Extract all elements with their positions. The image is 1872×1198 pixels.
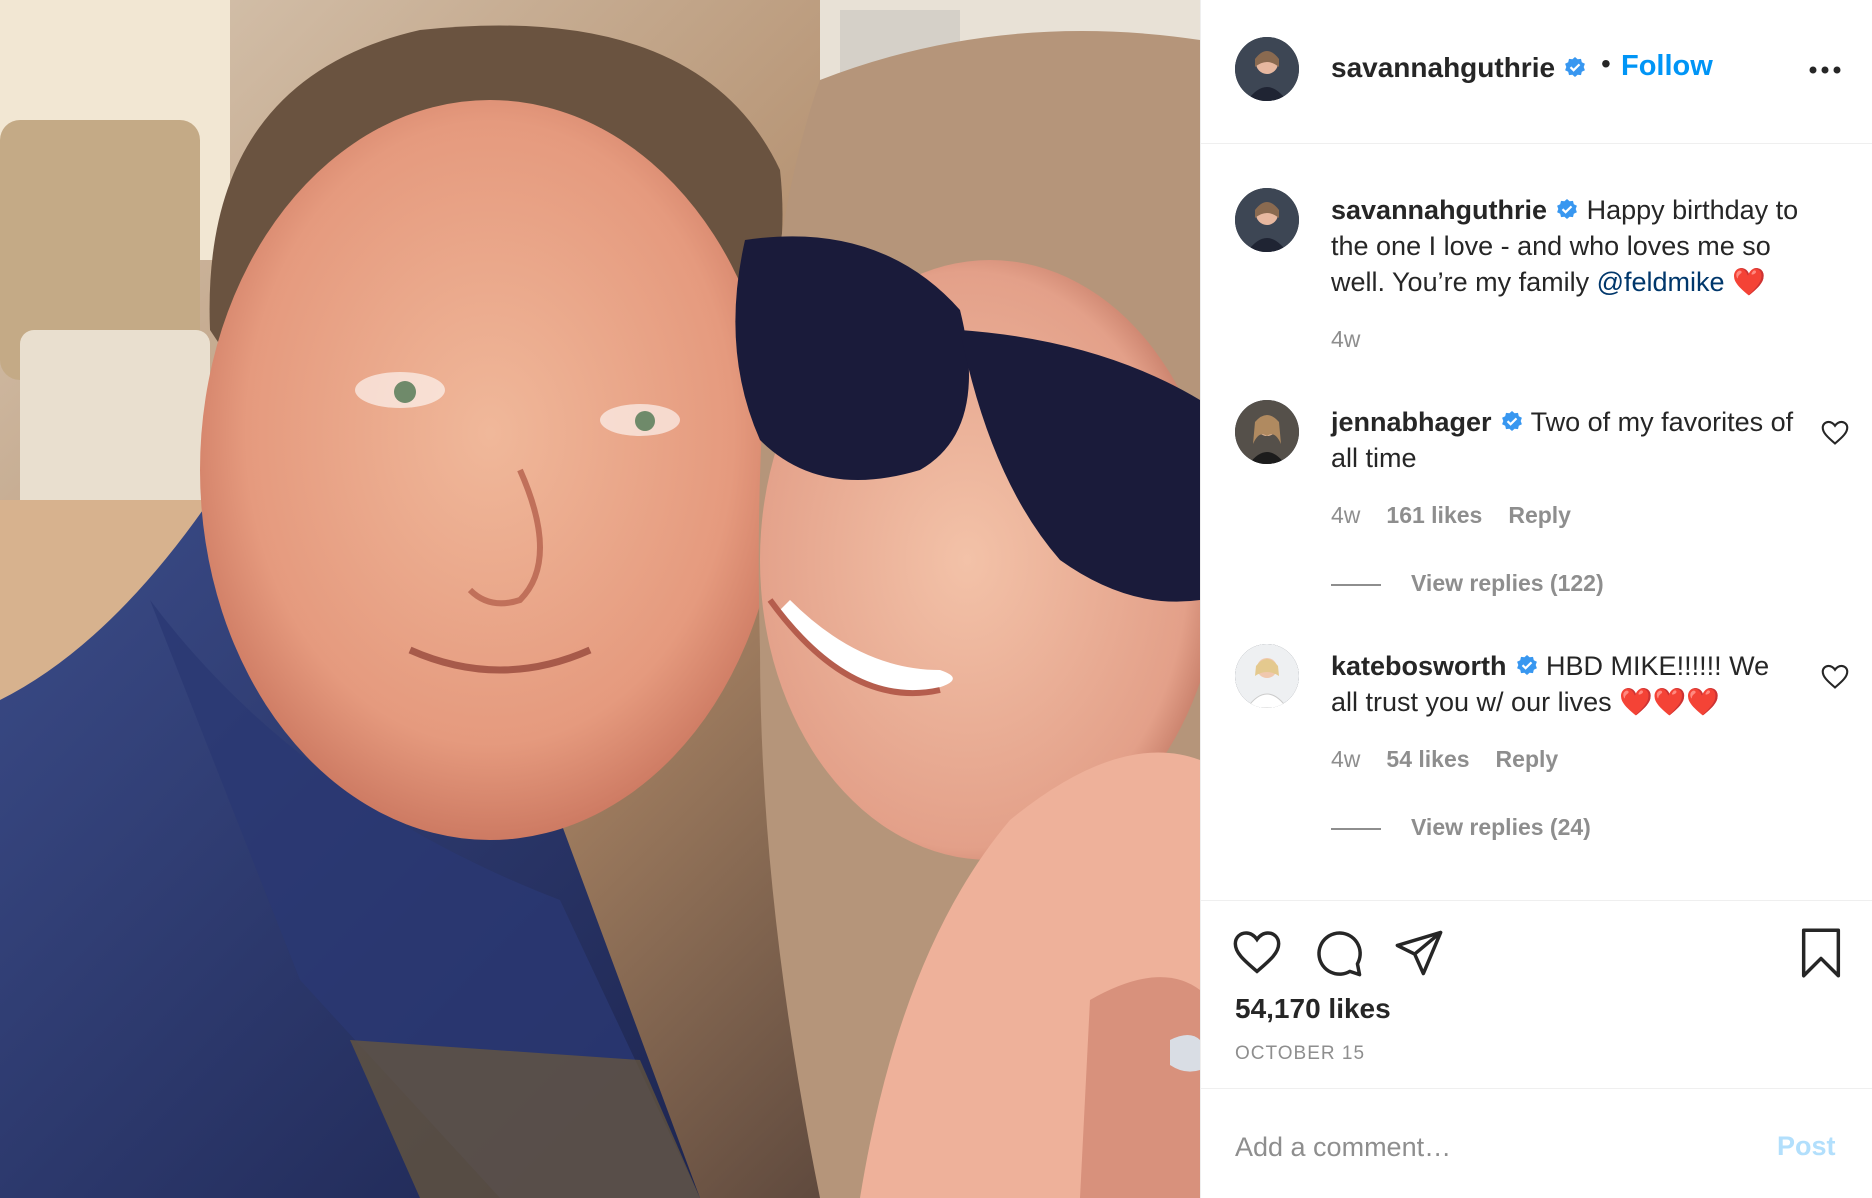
- verified-badge-icon: [1501, 411, 1522, 431]
- view-replies-label[interactable]: View replies (24): [1411, 814, 1591, 840]
- author-username-text[interactable]: savannahguthrie: [1331, 52, 1555, 83]
- post-header: savannahguthrie • Follow: [1201, 0, 1872, 144]
- post-photo: [0, 0, 1200, 1198]
- comment-age[interactable]: 4w: [1331, 502, 1360, 528]
- like-comment-heart-icon[interactable]: [1821, 420, 1849, 446]
- more-options-button[interactable]: [1805, 60, 1845, 80]
- comment-username[interactable]: jennabhager: [1331, 407, 1492, 437]
- caption-username[interactable]: savannahguthrie: [1331, 195, 1547, 225]
- header-separator: •: [1601, 48, 1611, 79]
- heart-emoji: ❤️: [1732, 267, 1766, 297]
- verified-badge-icon: [1565, 57, 1585, 77]
- comment-meta: 4w 54 likes Reply: [1331, 746, 1584, 773]
- post-actions: 54,170 likes OCTOBER 15: [1201, 900, 1872, 1090]
- reply-button[interactable]: Reply: [1496, 746, 1559, 772]
- view-replies-button[interactable]: View replies (122): [1331, 570, 1604, 597]
- share-icon[interactable]: [1393, 927, 1445, 979]
- author-username[interactable]: savannahguthrie: [1331, 52, 1587, 84]
- caption-age[interactable]: 4w: [1331, 326, 1360, 352]
- bookmark-icon[interactable]: [1795, 927, 1847, 979]
- divider-line: [1331, 827, 1381, 830]
- verified-badge-icon: [1557, 199, 1577, 219]
- commenter-avatar[interactable]: [1235, 400, 1299, 464]
- comment-input[interactable]: [1235, 1127, 1735, 1167]
- add-comment-bar: Post: [1201, 1088, 1872, 1198]
- comment-age[interactable]: 4w: [1331, 746, 1360, 772]
- post-date[interactable]: OCTOBER 15: [1235, 1043, 1365, 1065]
- comment-likes[interactable]: 161 likes: [1386, 502, 1482, 528]
- reply-button[interactable]: Reply: [1508, 502, 1571, 528]
- author-avatar[interactable]: [1235, 37, 1299, 101]
- post-comment-button[interactable]: Post: [1777, 1131, 1836, 1162]
- likes-count[interactable]: 54,170 likes: [1235, 993, 1391, 1025]
- comment-likes[interactable]: 54 likes: [1386, 746, 1469, 772]
- caption-avatar[interactable]: [1235, 188, 1299, 252]
- view-replies-button[interactable]: View replies (24): [1331, 814, 1591, 841]
- caption-text: savannahguthrie Happy birthday to the on…: [1331, 192, 1801, 300]
- comment-username[interactable]: katebosworth: [1331, 651, 1507, 681]
- comment-meta: 4w 161 likes Reply: [1331, 502, 1597, 529]
- verified-badge-icon: [1516, 655, 1537, 675]
- post-panel: savannahguthrie • Follow savannahguthrie…: [1200, 0, 1872, 1198]
- commenter-avatar[interactable]: [1235, 644, 1299, 708]
- comment-icon[interactable]: [1313, 927, 1365, 979]
- view-replies-label[interactable]: View replies (122): [1411, 570, 1604, 596]
- like-comment-heart-icon[interactable]: [1821, 664, 1849, 690]
- comment-text: jennabhager Two of my favorites of all t…: [1331, 404, 1801, 476]
- caption-mention-link[interactable]: @feldmike: [1597, 267, 1725, 297]
- divider-line: [1331, 583, 1381, 586]
- more-horizontal-icon: [1809, 66, 1841, 74]
- follow-button[interactable]: Follow: [1621, 50, 1713, 83]
- comment-text: katebosworth HBD MIKE!!!!!! We all trust…: [1331, 648, 1801, 720]
- heart-icon[interactable]: [1231, 927, 1283, 979]
- caption-meta: 4w: [1331, 326, 1386, 353]
